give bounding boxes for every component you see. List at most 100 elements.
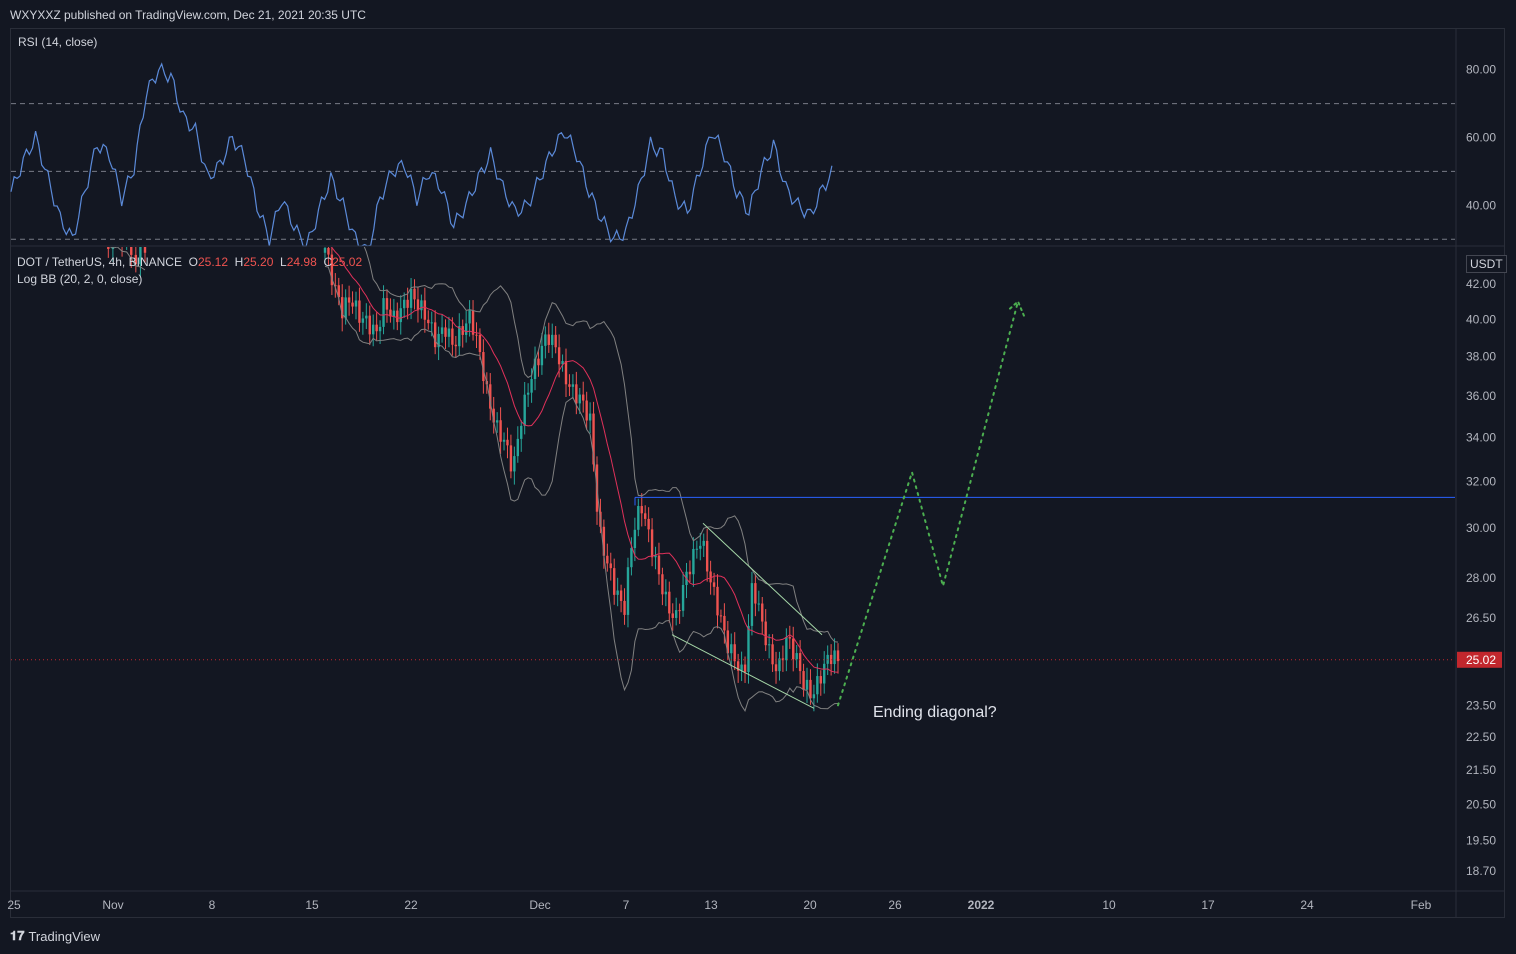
axes: 80.00 60.00 40.00 42.00 40.00 38.00 36.00 34.00… [7, 29, 1504, 917]
candle-body [396, 310, 399, 323]
candle-body [767, 644, 771, 646]
candle-body [93, 204, 95, 222]
candle-body [327, 247, 330, 255]
price-tick-label: 40.00 [1466, 312, 1496, 326]
candle-body [692, 548, 695, 575]
candle-body [647, 518, 650, 530]
candle-body [354, 300, 358, 307]
rsi-tick-label: 80.00 [1466, 63, 1496, 77]
time-tick-label: 17 [1201, 898, 1215, 912]
candle-body [464, 323, 468, 335]
candle-body [547, 334, 550, 345]
candle-body [664, 591, 668, 595]
candle-body [66, 200, 68, 209]
candle-body [623, 600, 626, 615]
candle-body [116, 222, 118, 232]
time-tick-label: 24 [1300, 898, 1314, 912]
price-tick-label: 30.00 [1466, 521, 1496, 535]
candle-body [451, 328, 454, 345]
candle-body [440, 327, 444, 334]
candle-body [47, 223, 49, 227]
time-tick-label: 8 [209, 898, 216, 912]
candle-body [657, 555, 661, 575]
candle-body [637, 506, 640, 530]
tradingview-logo-icon: 𝟏𝟕 [10, 928, 25, 943]
candle-body [757, 603, 761, 605]
candle-body [588, 413, 592, 421]
candle-body [111, 247, 115, 250]
bb-lower-band [324, 265, 839, 712]
candle-body [70, 200, 72, 221]
chart-canvas[interactable]: 80.00 60.00 40.00 42.00 40.00 38.00 36.00 34.00… [0, 0, 1516, 954]
candle-body [833, 650, 836, 665]
candle-body [399, 308, 402, 323]
candle-body [416, 299, 420, 311]
candle-body [34, 200, 36, 227]
candle-body [20, 194, 22, 214]
candle-body [705, 540, 709, 572]
candle-body [420, 300, 423, 311]
candle-body [616, 590, 619, 595]
candle-body [743, 664, 747, 672]
candle-body [630, 548, 633, 568]
candle-body [668, 591, 671, 614]
time-tick-label: 26 [888, 898, 902, 912]
candle-body [695, 548, 699, 550]
footer-brand[interactable]: 𝟏𝟕 TradingView [10, 928, 100, 944]
time-tick-label: 13 [704, 898, 718, 912]
candle-body [365, 315, 368, 319]
candle-body [809, 679, 812, 699]
candle-body [640, 506, 643, 514]
candle-body [468, 310, 471, 324]
price-pane [11, 194, 1455, 712]
candle-body [723, 615, 726, 631]
candle-body [478, 334, 482, 353]
currency-tag[interactable]: USDT [1466, 255, 1507, 273]
candle-body [98, 222, 100, 232]
candle-body [523, 394, 526, 426]
candle-body [564, 361, 568, 385]
candle-body [368, 315, 371, 335]
candle-body [375, 324, 378, 332]
price-tick-label: 26.50 [1466, 611, 1496, 625]
candle-body [495, 420, 499, 423]
candle-body [43, 224, 45, 227]
price-plot [11, 194, 1455, 712]
candle-body [447, 328, 451, 337]
price-tick-label: 23.50 [1466, 698, 1496, 712]
candle-body [89, 204, 91, 225]
candle-body [571, 384, 575, 387]
time-tick-label: Nov [102, 898, 123, 912]
candle-body [378, 326, 382, 332]
candle-body [513, 456, 516, 472]
candle-body [84, 219, 86, 225]
rsi-pane [10, 62, 1455, 247]
candle-body [674, 610, 678, 618]
candle-body [430, 322, 433, 324]
price-tick-label: 28.00 [1466, 571, 1496, 585]
candle-body [585, 400, 588, 421]
candle-body [409, 288, 413, 308]
candle-body [103, 229, 105, 232]
candle-body [38, 224, 40, 227]
candle-body [344, 297, 347, 319]
time-tick-label: 10 [1102, 898, 1116, 912]
candle-body [454, 344, 458, 347]
candle-body [471, 310, 475, 335]
candle-body [413, 288, 416, 300]
candle-body [785, 637, 788, 661]
candle-body [29, 197, 31, 200]
candle-body [427, 319, 430, 324]
candle-body [351, 302, 354, 307]
candle-body [433, 322, 437, 348]
candle-body [626, 567, 630, 615]
candle-body [606, 555, 609, 564]
candle-body [554, 334, 557, 348]
candle-body [509, 445, 513, 472]
candle-body [699, 545, 702, 549]
candle-body [788, 637, 791, 639]
candle-body [530, 379, 533, 393]
candle-body [544, 334, 547, 346]
price-tick-label: 19.50 [1466, 834, 1496, 848]
rsi-line [10, 62, 833, 247]
